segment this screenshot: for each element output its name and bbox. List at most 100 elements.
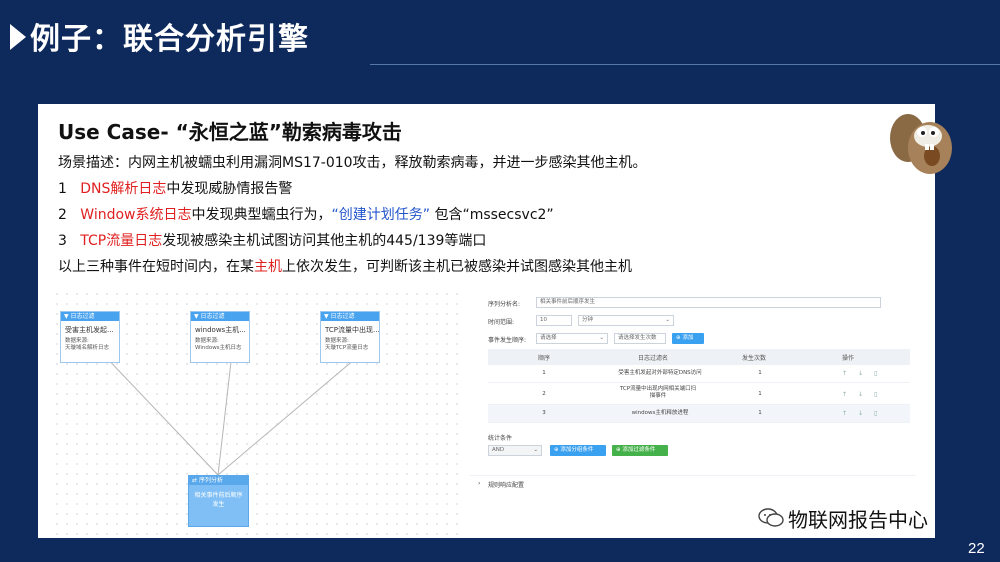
step-3-source: TCP流量日志 (80, 233, 163, 249)
wechat-icon (758, 508, 784, 527)
flow-canvas: ▼ 日志过滤 受害主机发起... 数据来源: 天璇域名解析日志 ▼ 日志过滤 wi… (52, 289, 462, 538)
node-source-label: 数据来源: (65, 338, 89, 344)
node-source: 数据来源: 天璇域名解析日志 (61, 335, 119, 352)
conclusion-text-b: 上依次发生，可判断该主机已被感染并试图感染其他主机 (282, 259, 632, 275)
move-down-icon[interactable]: ↓ (858, 391, 863, 398)
table-row[interactable]: 1 受害主机发起对外部特定DNS访问 1 ↑ ↓ ▯ (488, 365, 910, 383)
step-2-source: Window系统日志 (80, 207, 192, 223)
step-3: 3 TCP流量日志发现被感染主机试图访问其他主机的445/139等端口 (58, 230, 486, 250)
logic-select[interactable]: AND ⌄ (488, 445, 542, 456)
add-group-label: 添加分组条件 (560, 447, 594, 453)
chevron-down-icon: ⌄ (665, 317, 670, 323)
row-filter-name: 受害主机发起对外部特定DNS访问 (618, 370, 702, 376)
seq-node-header: ⇄ 序列分析 (189, 476, 248, 485)
add-button[interactable]: ⊕ 添加 (672, 333, 704, 344)
node-source-value: 天璇TCP流量日志 (325, 345, 369, 351)
node-type: 日志过滤 (70, 313, 95, 320)
time-range-stepper[interactable]: 10 (536, 315, 572, 326)
col-actions: 操作 (842, 355, 855, 362)
col-order: 顺序 (538, 355, 551, 362)
move-up-icon[interactable]: ↑ (842, 410, 847, 417)
node-name: windows主机... (195, 326, 246, 334)
rule-response-section[interactable]: › 规则响应配置 (470, 475, 916, 489)
conclusion: 以上三种事件在短时间内，在某主机上依次发生，可判断该主机已被感染并试图感染其他主… (58, 256, 632, 276)
delete-icon[interactable]: ▯ (874, 370, 877, 377)
col-count: 发生次数 (742, 355, 767, 362)
sequence-icon: ⇄ (192, 477, 199, 484)
event-order-select[interactable]: 请选择 ⌄ (536, 333, 608, 344)
node-source-value: Windows主机日志 (195, 345, 242, 351)
seq-node-type: 序列分析 (198, 477, 223, 484)
table-row[interactable]: 3 windows主机释放进程 1 ↑ ↓ ▯ (488, 405, 910, 423)
row-order: 3 (542, 410, 546, 416)
chevron-down-icon: ⌄ (599, 335, 604, 341)
add-filter-button[interactable]: ⊕ 添加过滤条件 (612, 445, 668, 456)
conclusion-text-a: 以上三种事件在短时间内，在某 (58, 259, 254, 275)
sequence-analysis-node[interactable]: ⇄ 序列分析 相关事件前后顺序发生 (188, 475, 249, 527)
move-down-icon[interactable]: ↓ (858, 410, 863, 417)
add-button-label: 添加 (682, 335, 694, 341)
row-order: 1 (542, 370, 546, 376)
row-count: 1 (758, 391, 762, 397)
node-source: 数据来源: 天璇TCP流量日志 (321, 335, 379, 352)
delete-icon[interactable]: ▯ (874, 410, 877, 417)
squirrel-mascot (890, 114, 952, 174)
case-title: Use Case- “永恒之蓝”勒索病毒攻击 (58, 120, 402, 144)
node-source-label: 数据来源: (325, 338, 349, 344)
chevron-right-icon (10, 24, 26, 50)
table-header: 顺序 日志过滤名 发生次数 操作 (488, 349, 910, 365)
step-1: 1 DNS解析日志中发现威胁情报告警 (58, 178, 292, 198)
node-header: ▼ 日志过滤 (61, 312, 119, 321)
log-filter-node-dns[interactable]: ▼ 日志过滤 受害主机发起... 数据来源: 天璇域名解析日志 (60, 311, 120, 363)
delete-icon[interactable]: ▯ (874, 391, 877, 398)
node-header: ▼ 日志过滤 (191, 312, 249, 321)
event-order-placeholder: 请选择 (540, 335, 557, 341)
time-unit-select[interactable]: 分钟 ⌄ (578, 315, 674, 326)
event-order-label: 事件发生顺序: (488, 337, 527, 344)
stat-condition-label: 统计条件 (488, 435, 513, 442)
col-filter-name: 日志过滤名 (638, 355, 669, 362)
move-up-icon[interactable]: ↑ (842, 370, 847, 377)
brand-name: 物联网报告中心 (788, 508, 928, 532)
step-2: 2 Window系统日志中发现典型蠕虫行为，“创建计划任务” 包含“mssecs… (58, 204, 554, 224)
add-filter-label: 添加过滤条件 (622, 447, 656, 453)
rule-response-label: 规则响应配置 (488, 482, 525, 489)
time-range-label: 时间范围: (488, 319, 515, 326)
time-range-value: 10 (540, 317, 547, 323)
node-name: TCP流量中出现... (325, 326, 379, 334)
content-card: Use Case- “永恒之蓝”勒索病毒攻击 场景描述：内网主机被蠕虫利用漏洞M… (38, 104, 935, 538)
page-number: 22 (968, 540, 985, 557)
move-down-icon[interactable]: ↓ (858, 370, 863, 377)
title-divider (370, 64, 1000, 65)
time-unit-value: 分钟 (582, 317, 594, 323)
node-source: 数据来源: Windows主机日志 (191, 335, 249, 352)
chevron-down-icon: ⌄ (533, 447, 538, 453)
chevron-right-icon: › (478, 480, 481, 487)
event-count-input[interactable]: 请选择发生次数 (614, 333, 666, 344)
seq-name-input[interactable]: 相关事件前后顺序发生 (536, 297, 881, 308)
scenario-text: 场景描述：内网主机被蠕虫利用漏洞MS17-010攻击，释放勒索病毒，并进一步感染… (58, 155, 647, 171)
step-1-source: DNS解析日志 (80, 181, 167, 197)
add-group-button[interactable]: ⊕ 添加分组条件 (550, 445, 606, 456)
step-2-text: 中发现典型蠕虫行为， (191, 207, 332, 223)
ui-screenshot: ▼ 日志过滤 受害主机发起... 数据来源: 天璇域名解析日志 ▼ 日志过滤 wi… (52, 289, 916, 538)
step-2-rest: 包含“mssecsvc2” (430, 207, 554, 223)
conclusion-host: 主机 (254, 259, 282, 275)
node-source-value: 天璇域名解析日志 (65, 345, 110, 351)
step-2-highlight: “创建计划任务” (331, 207, 430, 223)
step-2-number: 2 (58, 207, 67, 223)
step-3-text: 发现被感染主机试图访问其他主机的445/139等端口 (162, 233, 487, 249)
row-count: 1 (758, 370, 762, 376)
node-source-label: 数据来源: (195, 338, 219, 344)
logic-select-value: AND (492, 447, 505, 453)
row-order: 2 (542, 391, 546, 397)
table-row[interactable]: 2 TCP流量中出现内网相关端口扫描事件 1 ↑ ↓ ▯ (488, 383, 910, 405)
step-1-text: 中发现威胁情报告警 (166, 181, 293, 197)
move-up-icon[interactable]: ↑ (842, 391, 847, 398)
row-count: 1 (758, 410, 762, 416)
log-filter-node-windows[interactable]: ▼ 日志过滤 windows主机... 数据来源: Windows主机日志 (190, 311, 250, 363)
row-filter-name: windows主机释放进程 (631, 410, 689, 416)
title-bar: 例子：联合分析引擎 (0, 0, 1000, 76)
step-3-number: 3 (58, 233, 67, 249)
log-filter-node-tcp[interactable]: ▼ 日志过滤 TCP流量中出现... 数据来源: 天璇TCP流量日志 (320, 311, 380, 363)
